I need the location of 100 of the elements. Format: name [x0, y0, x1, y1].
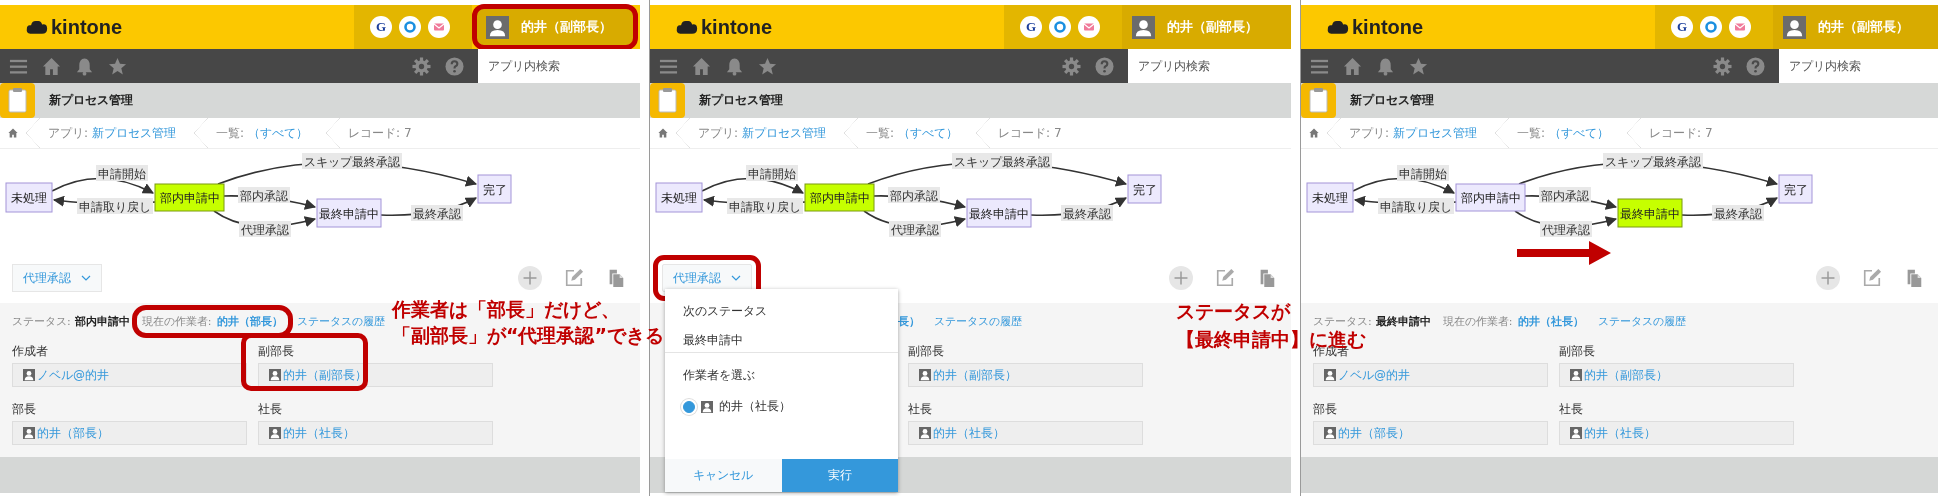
- transition-label: 最終承認: [1712, 205, 1764, 221]
- home-icon[interactable]: [658, 128, 668, 138]
- home-icon[interactable]: [1343, 56, 1362, 76]
- breadcrumb-link[interactable]: （すべて）: [898, 124, 959, 142]
- user-icon: [919, 427, 931, 439]
- user-menu[interactable]: 的井（副部長）: [1773, 5, 1938, 49]
- app-title: 新プロセス管理: [1350, 92, 1434, 109]
- next-status: 最終申請中: [683, 332, 744, 349]
- home-icon[interactable]: [692, 56, 711, 76]
- user-link[interactable]: 的井（副部長）: [283, 366, 367, 384]
- logo-text: kintone: [51, 15, 123, 39]
- user-icon: [23, 369, 35, 381]
- breadcrumb-link[interactable]: 新プロセス管理: [742, 124, 827, 142]
- edit-icon[interactable]: [564, 268, 584, 288]
- help-icon[interactable]: [1095, 56, 1114, 76]
- field-label: 社長: [1559, 401, 1584, 418]
- cloud-icon: [26, 19, 48, 35]
- transition-label: 部内承認: [888, 187, 940, 203]
- user-link[interactable]: ノベル@的井: [1338, 366, 1410, 384]
- radio-button[interactable]: [683, 400, 695, 413]
- breadcrumb-link[interactable]: （すべて）: [1549, 124, 1610, 142]
- breadcrumb-link[interactable]: （すべて）: [248, 124, 309, 142]
- ring-icon[interactable]: [399, 16, 421, 38]
- transition-label: 代理承認: [1540, 221, 1592, 237]
- star-icon[interactable]: [758, 56, 777, 76]
- user-icon: [269, 369, 281, 381]
- settings-icon[interactable]: [1062, 56, 1081, 76]
- worker-link[interactable]: 的井（社長）: [1518, 313, 1585, 329]
- assignee-option[interactable]: 的井（社長）: [683, 398, 898, 415]
- transition-label: 部内承認: [238, 187, 290, 203]
- user-link[interactable]: 的井（副部長）: [1584, 366, 1668, 384]
- clipboard-icon[interactable]: [650, 83, 685, 118]
- field-label: 部長: [12, 401, 37, 418]
- mail-icon[interactable]: [1078, 16, 1100, 38]
- app-title: 新プロセス管理: [49, 92, 133, 109]
- edit-icon[interactable]: [1862, 268, 1882, 288]
- action-dropdown[interactable]: 代理承認: [12, 264, 102, 292]
- status-value: 部内申請中: [74, 313, 130, 329]
- status-node: 未処理: [5, 182, 53, 213]
- field-label: 作成者: [12, 343, 49, 360]
- help-icon[interactable]: [1746, 56, 1765, 76]
- breadcrumb-link[interactable]: 新プロセス管理: [1393, 124, 1478, 142]
- settings-icon[interactable]: [1713, 56, 1732, 76]
- home-icon[interactable]: [42, 56, 61, 76]
- transition-label: 最終承認: [411, 205, 463, 221]
- star-icon[interactable]: [1409, 56, 1428, 76]
- breadcrumb-label: 一覧:: [866, 124, 895, 142]
- status-node: 最終申請中: [1617, 198, 1683, 228]
- bell-icon[interactable]: [1376, 56, 1395, 76]
- bell-icon[interactable]: [725, 56, 744, 76]
- breadcrumb-label: アプリ:: [48, 124, 89, 142]
- field-label: 部長: [1313, 401, 1338, 418]
- worker-link[interactable]: 的井（部長）: [217, 313, 284, 329]
- letter-icon[interactable]: G: [370, 16, 392, 38]
- user-link[interactable]: ノベル@的井: [37, 366, 109, 384]
- user-link[interactable]: 的井（社長）: [1584, 424, 1656, 442]
- cloud-icon: [676, 19, 698, 35]
- user-link[interactable]: 的井（副部長）: [933, 366, 1017, 384]
- user-link[interactable]: 的井（社長）: [283, 424, 355, 442]
- ring-icon[interactable]: [1049, 16, 1071, 38]
- cancel-button[interactable]: キャンセル: [665, 459, 782, 492]
- transition-label: スキップ最終承認: [952, 153, 1052, 169]
- worker-label: 現在の作業者:: [141, 313, 212, 329]
- status-history-link[interactable]: ステータスの履歴: [297, 313, 386, 329]
- transition-label: 部内承認: [1539, 187, 1591, 203]
- letter-icon[interactable]: G: [1671, 16, 1693, 38]
- settings-icon[interactable]: [412, 56, 431, 76]
- home-icon[interactable]: [8, 128, 18, 138]
- status-history-link[interactable]: ステータスの履歴: [1598, 313, 1687, 329]
- user-icon: [23, 427, 35, 439]
- user-icon: [701, 400, 713, 413]
- breadcrumb-label: 一覧:: [1517, 124, 1546, 142]
- edit-icon[interactable]: [1215, 268, 1235, 288]
- run-button[interactable]: 実行: [781, 459, 898, 492]
- worker-link[interactable]: 長）: [898, 313, 920, 329]
- letter-icon[interactable]: G: [1020, 16, 1042, 38]
- mail-icon[interactable]: [1729, 16, 1751, 38]
- status-history-link[interactable]: ステータスの履歴: [934, 313, 1022, 329]
- logo-text: kintone: [1352, 15, 1424, 39]
- worker-label: 現在の作業者:: [1442, 313, 1513, 329]
- mail-icon[interactable]: [428, 16, 450, 38]
- ring-icon[interactable]: [1700, 16, 1722, 38]
- transition-label: 最終承認: [1061, 205, 1113, 221]
- user-icon: [1570, 369, 1582, 381]
- clipboard-icon[interactable]: [0, 83, 35, 118]
- user-link[interactable]: 的井（部長）: [37, 424, 109, 442]
- help-icon[interactable]: [445, 56, 464, 76]
- user-link[interactable]: 的井（部長）: [1338, 424, 1410, 442]
- transition-label: 申請開始: [746, 165, 798, 181]
- add-icon[interactable]: [1169, 266, 1193, 290]
- add-icon[interactable]: [1816, 266, 1840, 290]
- star-icon[interactable]: [108, 56, 127, 76]
- home-icon[interactable]: [1309, 128, 1319, 138]
- breadcrumb-link[interactable]: 新プロセス管理: [92, 124, 177, 142]
- add-icon[interactable]: [518, 266, 542, 290]
- status-value: 最終申請中: [1375, 313, 1431, 329]
- user-menu[interactable]: 的井（副部長）: [1122, 5, 1291, 49]
- user-link[interactable]: 的井（社長）: [933, 424, 1005, 442]
- clipboard-icon[interactable]: [1301, 83, 1336, 118]
- bell-icon[interactable]: [75, 56, 94, 76]
